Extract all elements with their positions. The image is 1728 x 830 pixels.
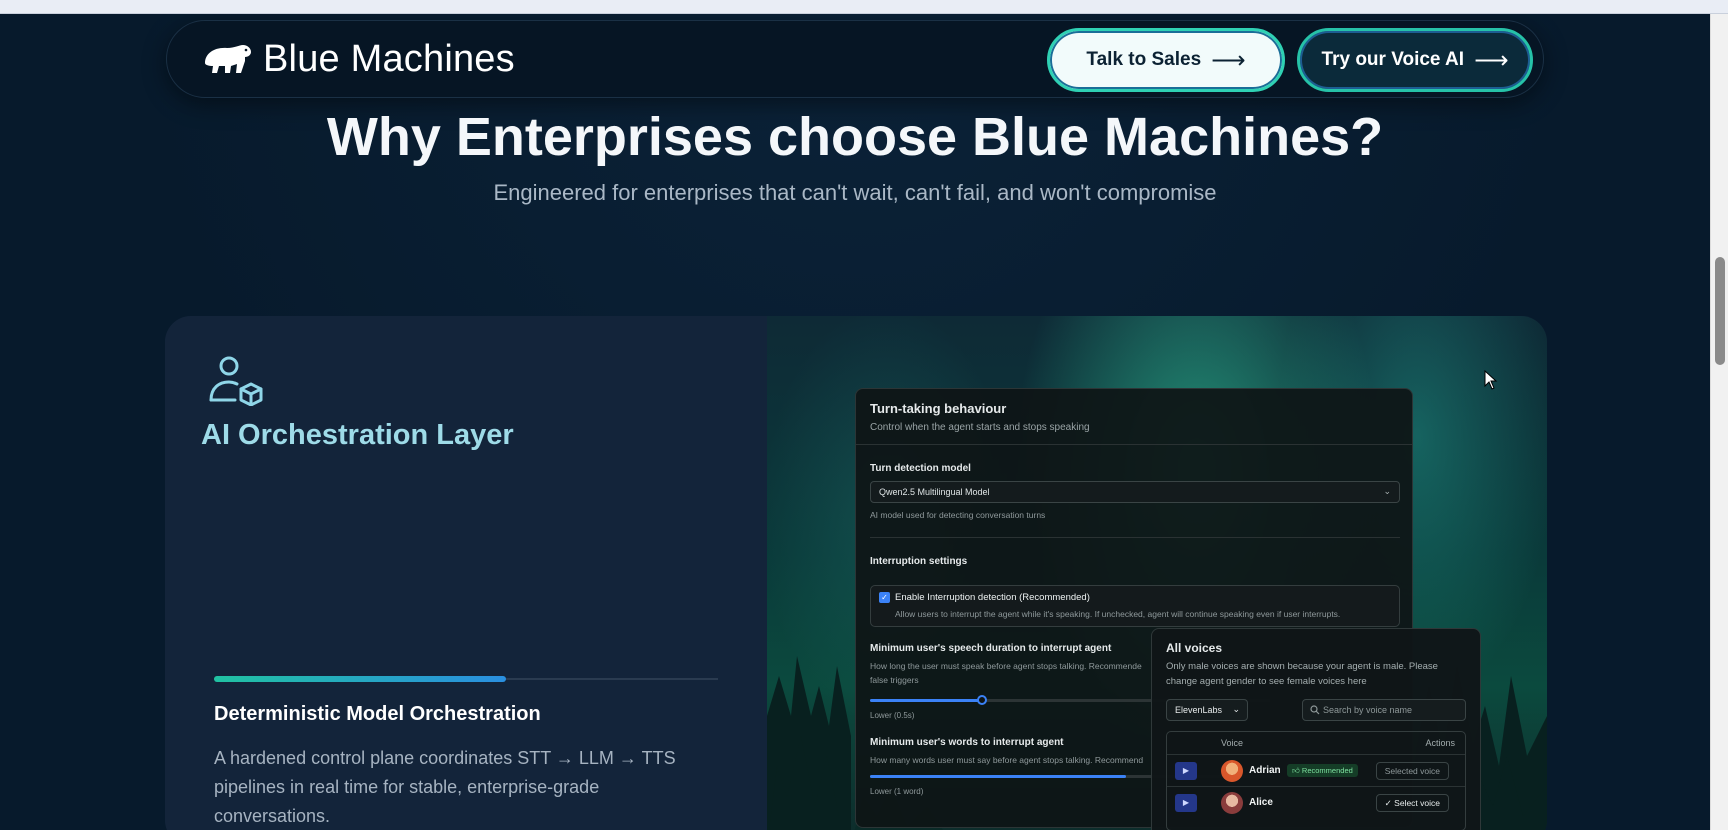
interruption-option: ✓ Enable Interruption detection (Recomme… — [870, 585, 1400, 627]
avatar — [1221, 792, 1243, 814]
talk-to-sales-label: Talk to Sales — [1086, 49, 1202, 70]
arrow-right-icon: ⟶ — [1474, 46, 1509, 74]
chevron-down-icon: ⌄ — [1383, 486, 1391, 496]
turn-detection-value: Qwen2.5 Multilingual Model — [879, 487, 990, 497]
navbar: Blue Machines Talk to Sales ⟶ Try our Vo… — [166, 20, 1544, 98]
browser-top-strip — [0, 0, 1728, 14]
try-voice-ai-button[interactable]: Try our Voice AI ⟶ — [1297, 28, 1533, 92]
voice-search-input[interactable]: Search by voice name — [1302, 699, 1466, 721]
chevron-down-icon: ⌄ — [1232, 704, 1240, 714]
voices-subtitle: Only male voices are shown because your … — [1166, 661, 1438, 687]
section-title: Why Enterprises choose Blue Machines? — [326, 107, 1384, 167]
recommended-badge-label: Recommended — [1301, 766, 1353, 775]
min-words-slider-fill — [870, 775, 1126, 778]
min-duration-value: Lower (0.5s) — [870, 711, 915, 720]
interruption-checkbox[interactable]: ✓ — [879, 592, 890, 603]
arrow-right-icon: ⟶ — [1211, 46, 1246, 74]
voice-name: Adrian — [1249, 765, 1281, 776]
feature-card-text-panel: AI Orchestration Layer Deterministic Mod… — [165, 316, 767, 830]
min-duration-slider-handle[interactable] — [977, 695, 987, 705]
min-duration-help: How long the user must speak before agen… — [870, 661, 1142, 671]
recommended-badge: 👍︎ Recommended — [1287, 764, 1358, 777]
play-icon[interactable]: ▶ — [1175, 762, 1197, 780]
turn-detection-help: AI model used for detecting conversation… — [870, 510, 1046, 520]
voices-title: All voices — [1166, 641, 1223, 655]
select-voice-button[interactable]: ✓ Select voice — [1375, 794, 1449, 812]
voices-table: Voice Actions ▶ Adrian 👍︎ Recommended Se… — [1166, 731, 1466, 830]
page-scrollbar[interactable] — [1710, 14, 1728, 830]
play-icon[interactable]: ▶ — [1175, 794, 1197, 812]
interruption-settings-label: Interruption settings — [870, 556, 968, 567]
min-words-label: Minimum user's words to interrupt agent — [870, 737, 1064, 748]
min-duration-slider-fill — [870, 699, 982, 702]
talk-to-sales-button[interactable]: Talk to Sales ⟶ — [1047, 28, 1285, 92]
avatar — [1221, 760, 1243, 782]
feature-progress-fill — [214, 676, 507, 682]
feature-item-description: A hardened control plane coordinates STT… — [214, 748, 676, 826]
voice-provider-select[interactable]: ElevenLabs ⌄ — [1166, 699, 1248, 721]
feature-title: AI Orchestration Layer — [201, 419, 514, 451]
page: Blue Machines Talk to Sales ⟶ Try our Vo… — [0, 14, 1710, 830]
brand[interactable]: Blue Machines — [201, 35, 515, 83]
scrollbar-thumb[interactable] — [1715, 257, 1725, 365]
user-cube-icon — [209, 356, 263, 406]
feature-item-title[interactable]: Deterministic Model Orchestration — [214, 700, 541, 728]
min-words-value: Lower (1 word) — [870, 787, 924, 796]
turn-detection-select[interactable]: Qwen2.5 Multilingual Model ⌄ — [870, 481, 1400, 503]
min-duration-help-cont: false triggers — [870, 675, 919, 685]
interruption-checkbox-label: Enable Interruption detection (Recommend… — [895, 592, 1090, 603]
min-duration-label: Minimum user's speech duration to interr… — [870, 643, 1112, 654]
feature-progress-track — [214, 676, 718, 682]
turn-taking-subtitle: Control when the agent starts and stops … — [870, 422, 1090, 433]
turn-detection-label: Turn detection model — [870, 463, 971, 474]
interruption-help: Allow users to interrupt the agent while… — [895, 609, 1341, 619]
voice-search-placeholder: Search by voice name — [1323, 705, 1413, 715]
mouse-pointer-icon — [1484, 370, 1498, 390]
check-icon: ✓ — [1384, 798, 1395, 808]
voice-name: Alice — [1249, 797, 1273, 808]
divider — [870, 537, 1400, 538]
divider — [856, 444, 1412, 445]
search-icon — [1310, 705, 1320, 715]
turn-taking-title: Turn-taking behaviour — [870, 401, 1007, 416]
select-voice-label: Select voice — [1394, 798, 1440, 808]
try-voice-ai-label: Try our Voice AI — [1321, 49, 1465, 70]
voices-panel: All voices Only male voices are shown be… — [1151, 628, 1481, 830]
voice-provider-value: ElevenLabs — [1175, 705, 1223, 715]
feature-card-screenshot: Turn-taking behaviour Control when the a… — [767, 316, 1547, 830]
table-row: ▶ Alice ✓ Select voice — [1167, 786, 1465, 818]
column-header-voice: Voice — [1221, 738, 1244, 748]
feature-card: AI Orchestration Layer Deterministic Mod… — [165, 316, 1547, 830]
section-subtitle: Engineered for enterprises that can't wa… — [493, 180, 1217, 205]
brand-name: Blue Machines — [263, 38, 515, 80]
table-row: ▶ Adrian 👍︎ Recommended Selected voice — [1167, 754, 1465, 786]
polar-bear-logo-icon — [205, 45, 251, 73]
thumbs-up-icon: 👍︎ — [1292, 766, 1302, 775]
min-words-help: How many words user must say before agen… — [870, 755, 1144, 765]
selected-voice-button[interactable]: Selected voice — [1375, 762, 1449, 780]
column-header-actions: Actions — [1425, 738, 1455, 748]
